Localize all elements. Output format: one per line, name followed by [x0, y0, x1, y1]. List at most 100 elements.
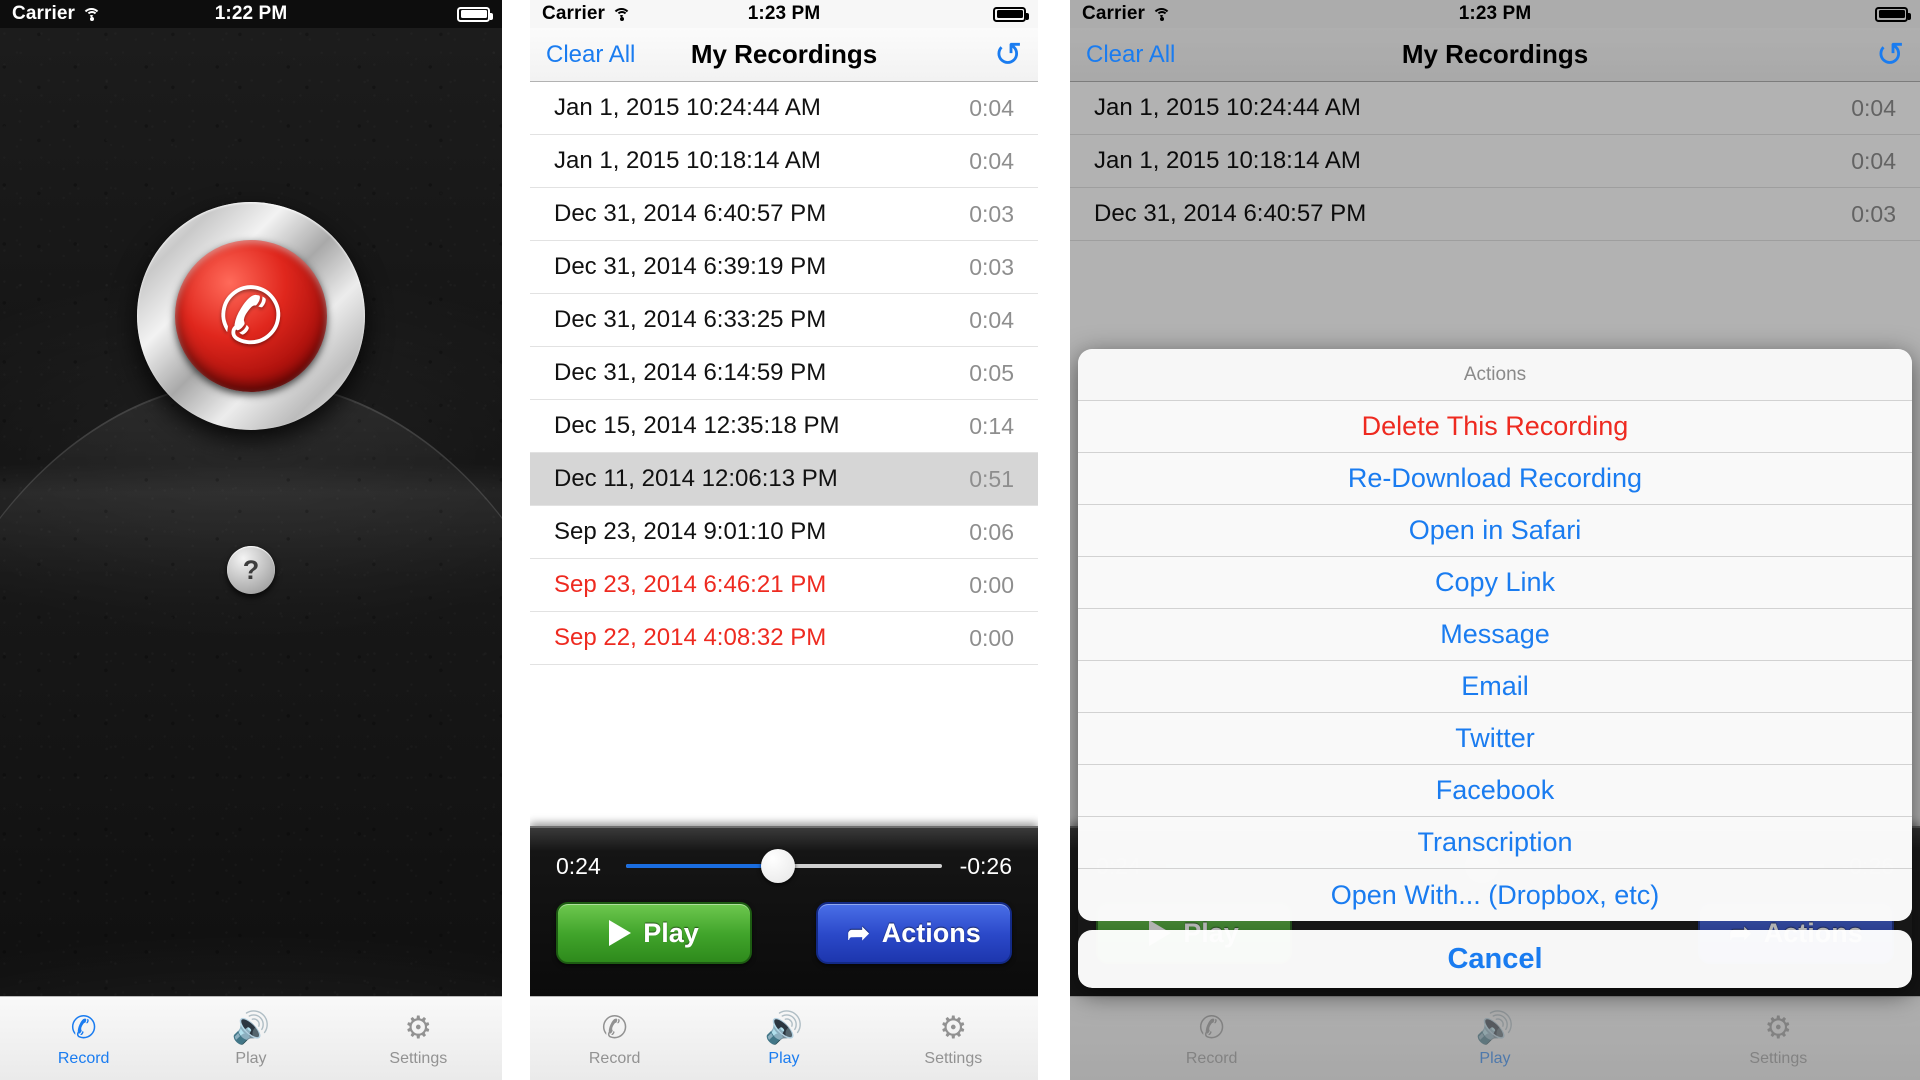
action-sheet-item[interactable]: Facebook [1078, 765, 1912, 817]
battery-full-icon [457, 6, 493, 22]
recording-date: Sep 22, 2014 4:08:32 PM [554, 624, 827, 651]
carrier-label: Carrier [12, 3, 76, 24]
help-button[interactable]: ? [227, 546, 275, 594]
three-panel-screenshot: Carrier 1:22 PM ✆ ? ✆ Record 🔊 Play ⚙ Se… [0, 0, 1920, 1080]
play-button[interactable]: Play [556, 902, 752, 964]
status-bar: Carrier 1:23 PM [530, 0, 1038, 28]
action-sheet-item[interactable]: Delete This Recording [1078, 401, 1912, 453]
action-sheet-item[interactable]: Re-Download Recording [1078, 453, 1912, 505]
recording-row[interactable]: Jan 1, 2015 10:24:44 AM 0:04 [530, 82, 1038, 135]
play-triangle-icon [609, 920, 632, 946]
action-sheet-item[interactable]: Twitter [1078, 713, 1912, 765]
tab-settings[interactable]: ⚙ Settings [335, 1010, 502, 1068]
tab-settings-label: Settings [924, 1049, 983, 1067]
record-button-inner: ✆ [175, 240, 327, 392]
recording-duration: 0:04 [969, 94, 1014, 121]
recording-date: Dec 31, 2014 6:33:25 PM [554, 306, 827, 333]
tab-record[interactable]: ✆ Record [530, 1010, 699, 1068]
play-button-label: Play [643, 917, 699, 948]
recording-duration: 0:51 [969, 465, 1014, 492]
share-arrow-icon: ➦ [847, 917, 870, 948]
elapsed-time: 0:24 [556, 852, 601, 879]
tab-play[interactable]: 🔊 Play [699, 1010, 868, 1068]
recording-duration: 0:03 [969, 253, 1014, 280]
tab-settings-label: Settings [389, 1049, 448, 1067]
status-bar-left: Carrier [542, 3, 632, 25]
recording-duration: 0:05 [969, 359, 1014, 386]
recording-row[interactable]: Dec 31, 2014 6:39:19 PM 0:03 [530, 241, 1038, 294]
clear-all-button[interactable]: Clear All [1086, 41, 1175, 69]
battery-full-icon [1875, 6, 1911, 22]
recording-row[interactable]: Sep 23, 2014 9:01:10 PM 0:06 [530, 506, 1038, 559]
cancel-button[interactable]: Cancel [1078, 930, 1912, 988]
tab-play-label: Play [235, 1049, 267, 1067]
recording-row[interactable]: Dec 15, 2014 12:35:18 PM 0:14 [530, 400, 1038, 453]
clear-all-button[interactable]: Clear All [546, 41, 635, 69]
tab-record-label: Record [57, 1049, 110, 1067]
recording-duration: 0:04 [969, 147, 1014, 174]
tab-play-label: Play [768, 1049, 800, 1067]
action-sheet-item[interactable]: Open in Safari [1078, 505, 1912, 557]
recording-row[interactable]: Dec 31, 2014 6:33:25 PM 0:04 [530, 294, 1038, 347]
action-sheet: Actions Delete This Recording Re-Download… [1078, 349, 1912, 988]
recording-row[interactable]: Dec 11, 2014 12:06:13 PM 0:51 [530, 453, 1038, 506]
gear-icon: ⚙ [404, 1010, 433, 1045]
action-sheet-item[interactable]: Open With... (Dropbox, etc) [1078, 869, 1912, 921]
recording-date: Sep 23, 2014 6:46:21 PM [554, 571, 827, 598]
actions-button[interactable]: ➦ Actions [816, 902, 1012, 964]
recording-duration: 0:00 [969, 624, 1014, 651]
tab-record[interactable]: ✆ Record [0, 1010, 167, 1068]
gear-icon: ⚙ [939, 1010, 968, 1045]
recording-duration: 0:04 [969, 306, 1014, 333]
tab-bar: ✆ Record 🔊 Play ⚙ Settings [530, 996, 1038, 1080]
audio-player-bar: 0:24 -0:26 Play ➦ Actions [530, 826, 1038, 996]
wifi-icon [82, 7, 102, 21]
action-sheet-item[interactable]: Email [1078, 661, 1912, 713]
refresh-icon[interactable]: ↻ [1876, 36, 1905, 74]
recording-date: Dec 31, 2014 6:14:59 PM [554, 359, 827, 386]
background-arc [0, 380, 502, 900]
action-sheet-group: Actions Delete This Recording Re-Download… [1078, 349, 1912, 921]
tab-settings[interactable]: ⚙ Settings [869, 1010, 1038, 1068]
remaining-time: -0:26 [959, 852, 1012, 879]
carrier-label: Carrier [542, 3, 606, 24]
tab-record-label: Record [588, 1049, 641, 1067]
phone-handset-icon: ✆ [601, 1010, 628, 1045]
recording-date: Dec 11, 2014 12:06:13 PM [554, 465, 838, 492]
actions-button-label: Actions [881, 917, 981, 948]
record-button[interactable]: ✆ [137, 202, 365, 430]
panel-action-sheet: Carrier 1:23 PM Clear All My Recordings … [1070, 0, 1920, 1080]
action-sheet-item[interactable]: Message [1078, 609, 1912, 661]
panel-gutter-2 [1038, 0, 1070, 1080]
action-sheet-item[interactable]: Copy Link [1078, 557, 1912, 609]
recording-duration: 0:03 [969, 200, 1014, 227]
tab-bar: ✆ Record 🔊 Play ⚙ Settings [0, 996, 502, 1080]
scrubber-row: 0:24 -0:26 [556, 846, 1012, 886]
refresh-icon[interactable]: ↻ [994, 36, 1023, 74]
recording-row[interactable]: Sep 23, 2014 6:46:21 PM 0:00 [530, 559, 1038, 612]
recording-row[interactable]: Jan 1, 2015 10:18:14 AM 0:04 [530, 135, 1038, 188]
recording-row[interactable]: Sep 22, 2014 4:08:32 PM 0:00 [530, 612, 1038, 665]
recording-date: Jan 1, 2015 10:18:14 AM [554, 147, 821, 174]
action-sheet-items: Delete This Recording Re-Download Recordi… [1078, 401, 1912, 921]
recording-date: Dec 15, 2014 12:35:18 PM [554, 412, 840, 439]
action-sheet-title: Actions [1078, 349, 1912, 401]
recording-date: Jan 1, 2015 10:24:44 AM [554, 94, 821, 121]
recording-row[interactable]: Dec 31, 2014 6:40:57 PM 0:03 [530, 188, 1038, 241]
phone-handset-icon: ✆ [212, 267, 290, 365]
wifi-icon [612, 7, 632, 21]
recording-duration: 0:14 [969, 412, 1014, 439]
status-bar-right [457, 6, 493, 22]
tab-play[interactable]: 🔊 Play [167, 1010, 334, 1068]
action-sheet-item[interactable]: Transcription [1078, 817, 1912, 869]
recording-date: Dec 31, 2014 6:40:57 PM [554, 200, 827, 227]
recordings-list[interactable]: Jan 1, 2015 10:24:44 AM 0:04 Jan 1, 2015 1… [530, 82, 1038, 665]
progress-slider[interactable] [626, 849, 942, 883]
recording-row[interactable]: Dec 31, 2014 6:14:59 PM 0:05 [530, 347, 1038, 400]
recording-date: Dec 31, 2014 6:39:19 PM [554, 253, 827, 280]
asphalt-background: ✆ ? [0, 28, 502, 996]
slider-thumb[interactable] [760, 849, 795, 883]
battery-full-icon [993, 6, 1029, 22]
recording-duration: 0:06 [969, 518, 1014, 545]
status-bar-left: Carrier [12, 3, 102, 25]
